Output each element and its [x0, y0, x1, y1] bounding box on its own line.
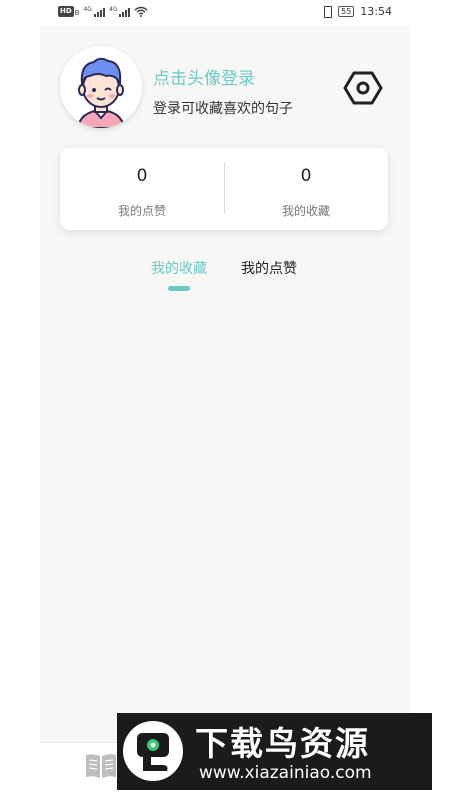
clock: 13:54 — [360, 5, 392, 18]
settings-button[interactable] — [343, 68, 383, 108]
nav-home-button[interactable] — [84, 751, 118, 781]
hexagon-settings-icon — [343, 71, 383, 105]
likes-count: 0 — [136, 166, 148, 186]
signal-icon-1: 4G — [83, 6, 105, 17]
tab-bar: 我的收藏 我的点赞 — [40, 258, 410, 298]
wifi-icon — [134, 6, 148, 17]
status-left: HD B 4G 4G — [58, 6, 148, 17]
login-hint: 登录可收藏喜欢的句子 — [153, 101, 293, 117]
watermark-url: www.xiazainiao.com — [199, 763, 372, 783]
vibrate-icon — [324, 5, 333, 18]
profile-screen: 点击头像登录 登录可收藏喜欢的句子 0 我的点赞 0 我的收藏 我的收藏 我的点… — [40, 26, 410, 744]
avatar[interactable] — [60, 46, 142, 128]
tab-likes[interactable]: 我的点赞 — [241, 258, 297, 278]
hd-sub: B — [74, 9, 80, 17]
hd-badge: HD — [58, 6, 74, 17]
login-prompt[interactable]: 点击头像登录 — [153, 64, 255, 89]
battery-icon: 55 — [338, 6, 355, 17]
likes-stat[interactable]: 0 我的点赞 — [60, 148, 224, 230]
cartoon-boy-avatar-icon — [76, 57, 126, 128]
favorites-count: 0 — [300, 166, 312, 186]
open-book-icon — [86, 754, 116, 778]
watermark-banner: 下载鸟资源 www.xiazainiao.com — [117, 713, 432, 790]
watermark-logo — [123, 721, 183, 781]
favorites-stat[interactable]: 0 我的收藏 — [224, 148, 388, 230]
signal-icon-2: 4G — [109, 6, 131, 17]
tab-favorites[interactable]: 我的收藏 — [151, 258, 207, 278]
status-right: 55 13:54 — [324, 5, 392, 18]
stats-card: 0 我的点赞 0 我的收藏 — [60, 148, 388, 230]
status-bar: HD B 4G 4G 55 13:54 — [0, 0, 450, 26]
favorites-label: 我的收藏 — [281, 204, 330, 218]
tab-indicator — [168, 286, 190, 291]
bird-logo-icon — [137, 733, 169, 771]
watermark-title: 下载鸟资源 — [195, 724, 370, 763]
likes-label: 我的点赞 — [117, 204, 166, 218]
